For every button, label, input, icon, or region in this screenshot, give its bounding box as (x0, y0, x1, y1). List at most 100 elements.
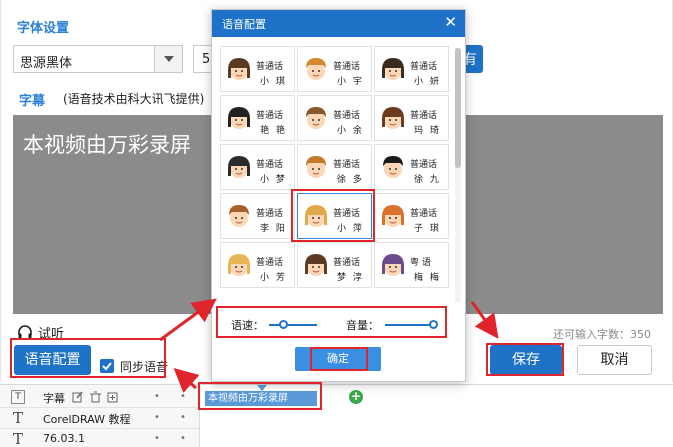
timeline-panel: T 字幕 • • T CorelDRAW 教程 • • T 76.03.1 • … (0, 384, 673, 447)
subtitle-clip[interactable]: 本视频由万彩录屏 (205, 391, 317, 406)
voice-name: 艳 艳 (260, 126, 287, 136)
lock-dot[interactable]: • (180, 391, 186, 402)
voice-type: 普通话 (333, 258, 361, 268)
voice-grid-scrollbar[interactable] (455, 48, 461, 302)
voice-type: 普通话 (333, 62, 361, 72)
voice-option[interactable]: 粤 语梅 梅 (374, 242, 449, 288)
font-family-value: 思源黑体 (20, 56, 73, 71)
voice-name: 小 梦 (260, 175, 287, 185)
speed-slider-knob[interactable] (279, 320, 289, 329)
voice-type: 普通话 (256, 209, 284, 219)
female-avatar-icon (228, 156, 250, 178)
visibility-dot[interactable]: • (154, 433, 160, 444)
track-name: 76.03.1 (43, 432, 85, 445)
voice-name: 徐 九 (414, 175, 441, 185)
voice-type: 普通话 (333, 209, 361, 219)
visibility-dot[interactable]: • (154, 412, 160, 423)
volume-slider-knob[interactable] (429, 320, 438, 329)
voice-name: 子 琪 (414, 224, 441, 234)
track-name: 字幕 (43, 392, 65, 405)
voice-grid: 普通话小 琪普通话小 宇普通话小 妍普通话艳 艳普通话小 余普通话玛 琦普通话小… (220, 46, 453, 302)
volume-label: 音量： (346, 319, 379, 332)
lock-dot[interactable]: • (180, 433, 186, 444)
headphones-icon (18, 325, 32, 339)
edit-icon (72, 391, 83, 403)
voice-name: 小 萍 (337, 224, 364, 234)
male-avatar-icon (383, 156, 403, 178)
speed-slider[interactable] (269, 324, 317, 326)
modal-header: 语音配置 ✕ (212, 10, 465, 37)
voice-option[interactable]: 普通话小 梦 (220, 144, 295, 190)
female-avatar-icon (382, 254, 404, 276)
voice-option[interactable]: 普通话小 宇 (297, 46, 372, 92)
voice-config-button[interactable]: 语音配置 (14, 345, 91, 375)
add-clip-icon[interactable]: + (349, 390, 363, 404)
voice-option[interactable]: 普通话小 芳 (220, 242, 295, 288)
voice-name: 玛 琦 (414, 126, 441, 136)
voice-option[interactable]: 普通话徐 九 (374, 144, 449, 190)
voice-type: 普通话 (333, 111, 361, 121)
voice-option[interactable]: 普通话徐 多 (297, 144, 372, 190)
voice-type: 普通话 (333, 160, 361, 170)
voice-option[interactable]: 普通话小 琪 (220, 46, 295, 92)
text-track-icon: T (12, 430, 23, 447)
save-button[interactable]: 保存 (490, 345, 562, 375)
listen-label: 试听 (38, 327, 65, 342)
voice-name: 李 阳 (260, 224, 287, 234)
voice-option[interactable]: 普通话小 余 (297, 95, 372, 141)
voice-type: 普通话 (256, 62, 284, 72)
scrollbar-thumb[interactable] (455, 48, 461, 168)
chevron-down-icon[interactable] (154, 46, 182, 72)
voice-name: 小 琪 (260, 77, 287, 87)
track-row-subtitle[interactable]: T 字幕 • • (0, 387, 200, 408)
confirm-button[interactable]: 确定 (295, 347, 381, 371)
font-section-title: 字体设置 (17, 21, 70, 36)
text-track-icon: T (12, 409, 23, 427)
voice-sliders: 语速： 音量： (219, 308, 451, 338)
voice-type: 普通话 (410, 160, 438, 170)
volume-slider[interactable] (385, 324, 433, 326)
subtitle-track-icon: T (11, 390, 25, 404)
trash-icon (90, 391, 101, 403)
female-avatar-icon (228, 107, 250, 129)
voice-option[interactable]: 普通话小 萍 (297, 193, 372, 239)
voice-name: 小 芳 (260, 273, 287, 283)
voice-name: 小 余 (337, 126, 364, 136)
track-row-text[interactable]: T 76.03.1 • • (0, 429, 200, 447)
voice-option[interactable]: 普通话李 阳 (220, 193, 295, 239)
speed-label: 语速： (231, 319, 264, 332)
voice-name: 梦 淳 (337, 273, 364, 283)
female-avatar-icon (382, 107, 404, 129)
visibility-dot[interactable]: • (154, 391, 160, 402)
screen: 字体设置 思源黑体 56 有 字幕 (语音技术由科大讯飞提供) 本视频由万彩录屏… (0, 0, 673, 447)
voice-name: 梅 梅 (414, 273, 441, 283)
cancel-button[interactable]: 取消 (577, 345, 652, 375)
track-name: CorelDRAW 教程 (43, 413, 131, 426)
close-icon[interactable]: ✕ (444, 13, 457, 31)
checkbox-checked-icon[interactable] (100, 359, 114, 373)
voice-type: 普通话 (256, 258, 284, 268)
voice-type: 普通话 (256, 160, 284, 170)
preview-text: 本视频由万彩录屏 (23, 133, 191, 157)
voice-option[interactable]: 普通话小 妍 (374, 46, 449, 92)
voice-name: 小 宇 (337, 77, 364, 87)
voice-option[interactable]: 普通话子 琪 (374, 193, 449, 239)
lock-dot[interactable]: • (180, 412, 186, 423)
female-avatar-icon (305, 254, 327, 276)
voice-type: 普通话 (256, 111, 284, 121)
voice-option[interactable]: 普通话梦 淳 (297, 242, 372, 288)
chars-remaining: 还可输入字数：350 (553, 328, 651, 341)
track-list: T 字幕 • • T CorelDRAW 教程 • • T 76.03.1 • … (0, 385, 200, 447)
subtitle-section-title: 字幕 (19, 94, 46, 109)
font-family-select[interactable]: 思源黑体 (13, 45, 183, 73)
voice-option[interactable]: 普通话玛 琦 (374, 95, 449, 141)
voice-type: 普通话 (410, 111, 438, 121)
voice-option[interactable]: 普通话艳 艳 (220, 95, 295, 141)
female-avatar-icon (382, 205, 404, 227)
female-avatar-icon (228, 254, 250, 276)
male-avatar-icon (306, 58, 326, 80)
voice-type: 普通话 (410, 62, 438, 72)
track-row-text[interactable]: T CorelDRAW 教程 • • (0, 408, 200, 429)
sync-voice-checkbox[interactable]: 同步语音 (100, 358, 171, 376)
female-avatar-icon (305, 205, 327, 227)
